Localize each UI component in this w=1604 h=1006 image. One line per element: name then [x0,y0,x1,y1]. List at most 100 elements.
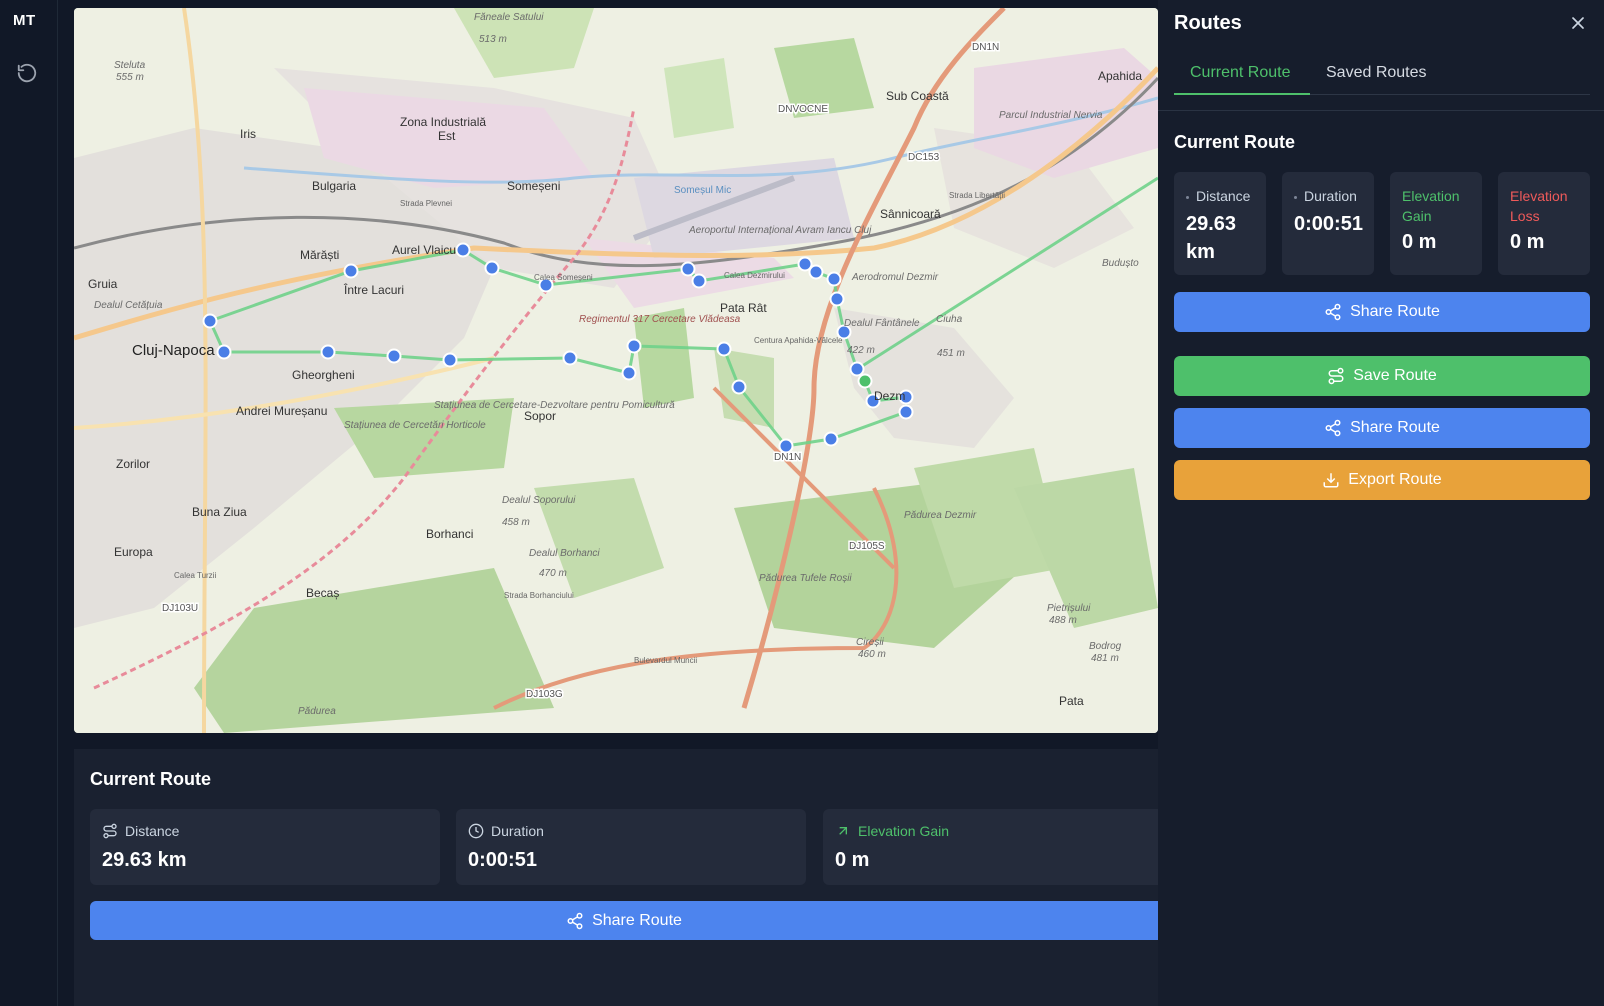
map-label: 470 m [539,568,567,579]
route-icon [103,823,117,839]
map-label: 555 m [116,72,144,83]
map-label: Calea Turzii [174,571,216,580]
waypoint-marker[interactable] [829,291,845,307]
panel-subtitle: Current Route [1174,132,1295,152]
waypoint-marker[interactable] [680,261,696,277]
map-label: Mărăști [300,248,339,262]
map-label: DN1N [972,42,999,53]
map-label: Ciuha [936,314,963,325]
waypoint-marker[interactable] [562,350,578,366]
waypoint-marker[interactable] [716,341,732,357]
map-label: Someșul Mic [674,185,731,196]
save-route-button[interactable]: Save Route [1174,356,1590,396]
duration-card: Duration 0:00:51 [456,809,806,885]
map-label: 460 m [858,649,886,660]
clock-icon [468,823,484,839]
bottom-route-summary: Current Route Distance 29.63 km Duration… [74,749,1158,1006]
waypoint-marker[interactable] [484,260,500,276]
map-label: Someșeni [507,179,560,193]
distance-card: Distance 29.63 km [90,809,440,885]
map-label: Stațiunea de Cercetare-Dezvoltare pentru… [434,400,675,411]
bottom-share-label: Share Route [592,911,682,929]
map-label: Sopor [524,409,556,423]
map-label: Andrei Mureșanu [236,404,327,418]
distance-label: Distance [125,823,180,839]
waypoint-marker[interactable] [731,379,747,395]
waypoint-marker[interactable] [202,313,218,329]
map-label: Pădurea Tufele Roșii [759,573,852,584]
map-label: DJ105S [849,541,885,552]
waypoint-marker[interactable] [343,263,359,279]
map-label: Bulgaria [312,179,356,193]
map-canvas[interactable]: Făneale Satului 513 m Steluta555 m Zona Ind… [74,8,1158,733]
elevation-gain-card: Elevation Gain 0 m [823,809,1158,885]
waypoint-marker[interactable] [320,344,336,360]
bullet-icon [1186,195,1189,199]
waypoint-marker[interactable] [898,404,914,420]
export-route-label: Export Route [1348,471,1442,488]
tab-current-route[interactable]: Current Route [1174,54,1310,95]
map-label: Dealul Soporului [502,495,576,506]
distance-value: 29.63 km [102,849,187,871]
map-label: Strada Plevnei [400,199,452,208]
map-label: Strada Borhanciului [504,591,574,600]
map-label: DC153 [908,152,940,163]
rotate-ccw-icon[interactable] [16,62,38,84]
waypoint-marker[interactable] [778,438,794,454]
map-label: Apahida [1098,69,1142,83]
elevation-gain-label: Elevation Gain [858,823,950,839]
panel-duration-label: Duration [1304,188,1357,204]
map-label: Iris [240,127,256,141]
bottom-title: Current Route [90,769,211,789]
panel-elevation-gain-stat: Elevation Gain 0 m [1390,172,1482,275]
waypoint-marker[interactable] [826,271,842,287]
bullet-icon [1294,195,1297,199]
panel-elevation-loss-stat: Elevation Loss 0 m [1498,172,1590,275]
panel-loss-value: 0 m [1510,231,1545,253]
save-route-label: Save Route [1353,367,1437,384]
map-label: Aeroportul Internațional Avram Iancu Clu… [688,225,872,236]
share-route-button[interactable]: Share Route [1174,408,1590,448]
panel-tabs: Current Route Saved Routes [1174,54,1590,95]
map-label: Parcul Industrial Nervia [999,110,1103,121]
map-label: Bulevardul Muncii [634,656,697,665]
map-label: Gheorgheni [292,368,355,382]
waypoint-marker[interactable] [386,348,402,364]
panel-distance-label: Distance [1196,188,1251,204]
map-label: 451 m [937,348,965,359]
route-icon [1328,367,1344,385]
map-label: Între Lacuri [343,282,404,297]
route-map[interactable]: Făneale Satului 513 m Steluta 555 m Zona Ind… [74,8,1158,733]
waypoint-marker[interactable] [823,431,839,447]
share-icon [1325,303,1341,321]
panel-share-route-button-top[interactable]: Share Route [1174,292,1590,332]
share-route-label: Share Route [1350,419,1440,436]
waypoint-marker[interactable] [857,373,873,389]
map-label: Dezm [874,389,905,403]
bottom-share-route-button[interactable]: Share Route [90,901,1158,940]
waypoint-marker[interactable] [691,273,707,289]
close-icon[interactable] [1568,13,1588,33]
panel-divider [1158,110,1604,111]
waypoint-marker[interactable] [797,256,813,272]
waypoint-marker[interactable] [626,338,642,354]
waypoint-marker[interactable] [849,361,865,377]
download-icon [1323,473,1339,488]
trending-up-icon [839,827,847,835]
tab-saved-routes[interactable]: Saved Routes [1310,54,1460,95]
waypoint-marker[interactable] [621,365,637,381]
panel-title: Routes [1174,12,1242,34]
map-label: Sânnicoară [880,207,941,221]
map-label: Becaș [306,586,339,600]
waypoint-marker[interactable] [216,344,232,360]
waypoint-marker[interactable] [455,242,471,258]
map-label: Pietrișului [1047,603,1091,614]
map-label: Regimentul 317 Cercetare Vlădeasa [579,314,741,325]
map-label: Aerodromul Dezmir [851,272,939,283]
map-label: Cluj-Napoca [132,342,215,359]
export-route-button[interactable]: Export Route [1174,460,1590,500]
panel-gain-value: 0 m [1402,231,1437,253]
map-label: Aurel Vlaicu [392,243,456,257]
map-label: Zona Industrială [400,115,486,129]
waypoint-marker[interactable] [442,352,458,368]
